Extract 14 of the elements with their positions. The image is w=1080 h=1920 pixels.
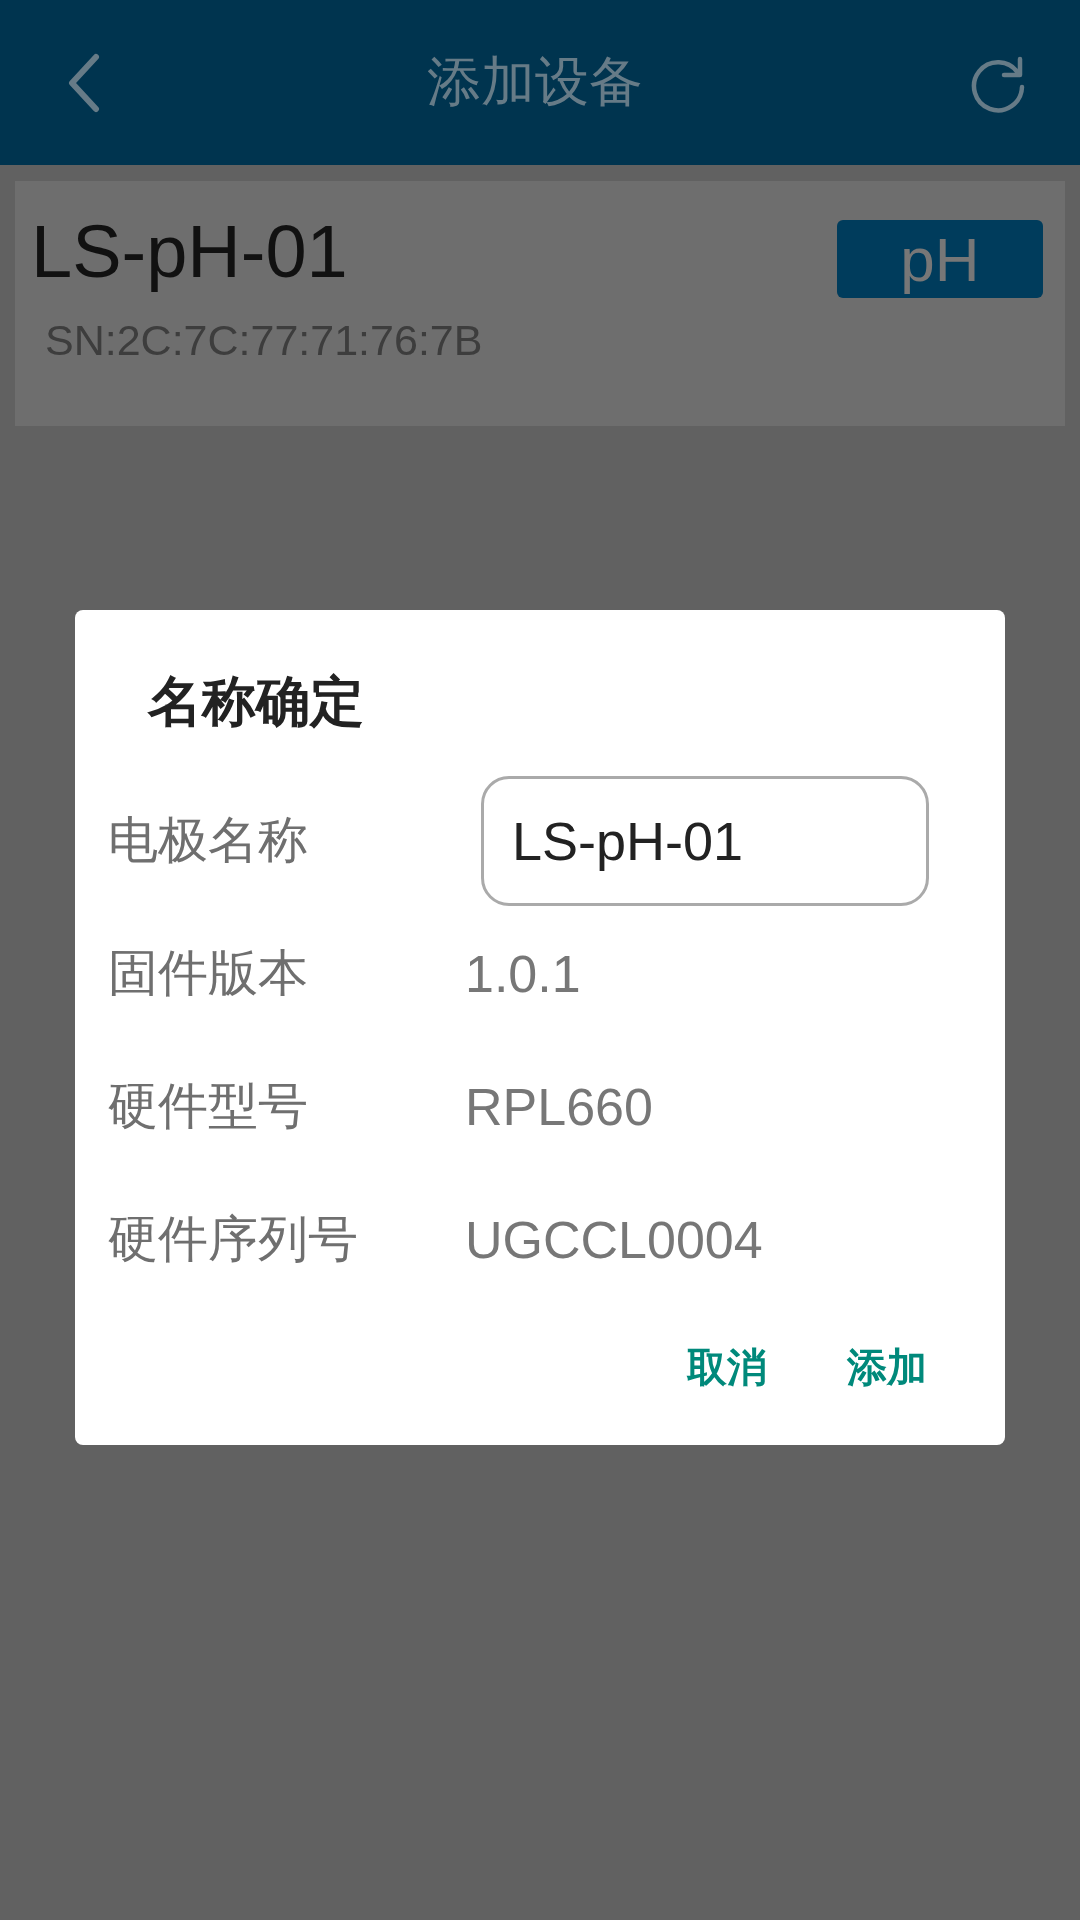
dialog-button[interactable]: 取消 <box>683 1330 771 1405</box>
name-input[interactable]: LS-pH-01 <box>481 775 929 906</box>
dialog-button[interactable]: 添加 <box>843 1330 931 1405</box>
screen-title: 添加设备 <box>427 49 643 115</box>
field-label: 电极名称 <box>108 810 309 871</box>
field-value: RPL660 <box>465 1076 653 1137</box>
field-label: 硬件型号 <box>108 1076 309 1137</box>
device-name: LS-pH-01 <box>31 209 348 294</box>
field-value: UGCCL0004 <box>465 1209 763 1270</box>
dialog-title: 名称确定 <box>148 669 365 735</box>
field-value: 1.0.1 <box>465 943 581 1004</box>
field-label: 硬件序列号 <box>108 1209 359 1270</box>
type-badge: pH <box>837 220 1043 298</box>
field-label: 固件版本 <box>108 943 309 1004</box>
